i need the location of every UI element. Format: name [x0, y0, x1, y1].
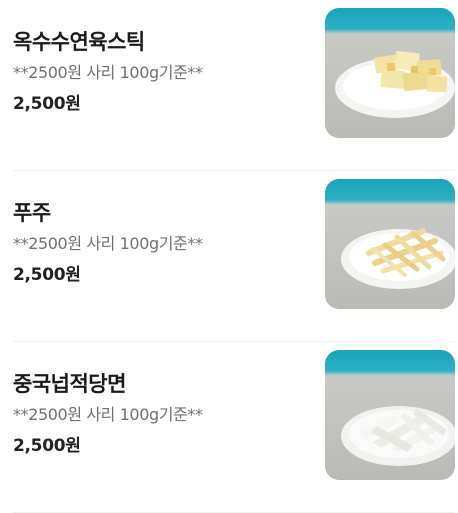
- menu-item-name: 푸주: [13, 201, 51, 225]
- menu-list: 옥수수연육스틱 **2500원 사리 100g기준** 2,500원 푸주 **…: [0, 0, 458, 513]
- menu-item-price: 2,500원: [13, 436, 81, 456]
- menu-item-photo[interactable]: [325, 350, 455, 480]
- menu-item-info: 푸주 **2500원 사리 100g기준** 2,500원: [13, 199, 203, 286]
- menu-item-price: 2,500원: [13, 265, 81, 285]
- menu-item-name: 중국넙적당면: [13, 372, 126, 396]
- menu-item-photo[interactable]: [325, 179, 455, 309]
- menu-item-yuba[interactable]: 푸주 **2500원 사리 100g기준** 2,500원: [13, 171, 455, 342]
- menu-item-wide-glass-noodle[interactable]: 중국넙적당면 **2500원 사리 100g기준** 2,500원: [13, 342, 455, 513]
- menu-item-price: 2,500원: [13, 94, 81, 114]
- menu-item-photo[interactable]: [325, 8, 455, 138]
- menu-item-description: **2500원 사리 100g기준**: [13, 234, 203, 253]
- menu-item-name: 옥수수연육스틱: [13, 30, 145, 54]
- menu-item-corn-fish-cake-stick[interactable]: 옥수수연육스틱 **2500원 사리 100g기준** 2,500원: [13, 0, 455, 171]
- menu-item-description: **2500원 사리 100g기준**: [13, 405, 203, 424]
- menu-item-description: **2500원 사리 100g기준**: [13, 63, 203, 82]
- menu-item-info: 옥수수연육스틱 **2500원 사리 100g기준** 2,500원: [13, 28, 203, 115]
- menu-item-info: 중국넙적당면 **2500원 사리 100g기준** 2,500원: [13, 370, 203, 457]
